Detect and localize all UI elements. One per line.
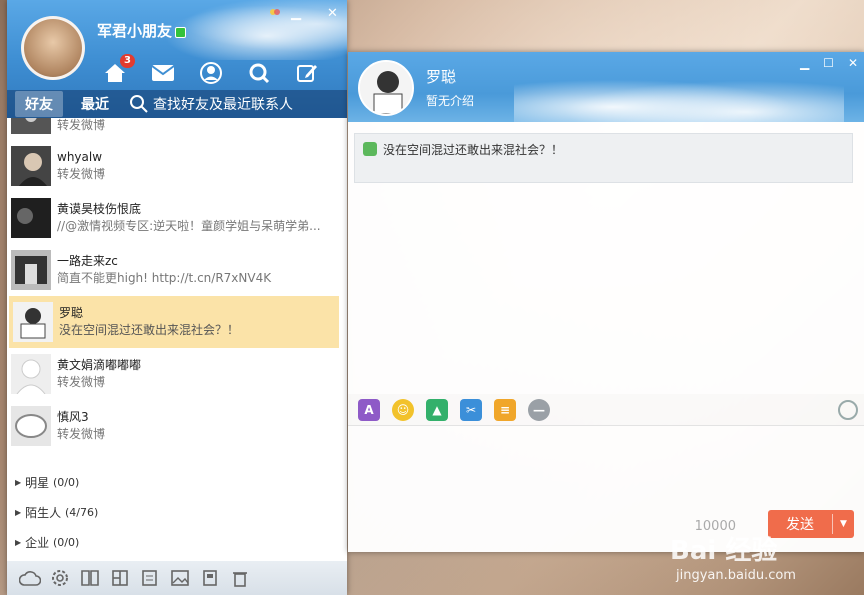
online-status-icon[interactable] [175,27,186,38]
message-area[interactable]: 没在空间混过还敢出来混社会？！ [348,122,864,394]
document-icon[interactable] [199,567,221,589]
contact-message: 简直不能更high! http://t.cn/R7xNV4K [57,271,272,285]
tab-friends[interactable]: 好友 [15,91,63,117]
cloud-icon[interactable] [19,567,41,589]
contact-name: 罗聪 [59,306,84,320]
qzone-search-icon[interactable] [245,60,273,86]
bottom-toolbar [7,561,347,595]
minimize-icon[interactable]: ▁ [291,6,301,21]
header-toolbar: 3 [101,54,321,86]
list-item[interactable]: 转发微博 [7,118,347,140]
contact-name: 一路走来zc [57,254,118,268]
chat-window-controls: ▁ ☐ ✕ [800,56,858,70]
font-icon[interactable]: A [358,398,380,421]
chat-window: ▁ ☐ ✕ 罗聪 暂无介绍 没在空间混过还敢出来混社会？！ A ☺ ▲ ✂ ≡ … [348,52,864,552]
trash-icon[interactable] [229,567,251,589]
contact-name: 慎风3 [57,410,89,424]
group-strangers[interactable]: ▶ 陌生人 (4/76) [15,498,98,528]
contact-avatar [11,146,51,186]
chat-contact-name[interactable]: 罗聪 [426,66,456,87]
baidu-watermark-url: jingyan.baidu.com [676,568,796,583]
contact-name: 黄谟昊枝伤恨底 [57,202,142,216]
scissors-icon[interactable]: ✂ [460,398,482,421]
group-enterprise[interactable]: ▶ 企业 (0/0) [15,528,98,558]
history-clock-icon[interactable] [838,400,858,420]
emoji-icon[interactable]: ☺ [392,398,414,421]
list-item[interactable]: 黄文娟滴嘟嘟嘟 转发微博 [7,348,347,400]
main-header: ▁ ✕ 军君小朋友 3 好友 最近 查找好友及最近联系人 [7,0,347,118]
expand-arrow-icon: ▶ [15,508,22,517]
layout-icon[interactable] [109,567,131,589]
chat-header: ▁ ☐ ✕ 罗聪 暂无介绍 [348,52,864,122]
maximize-icon[interactable]: ☐ [823,56,834,70]
search-icon [130,95,148,113]
list-item[interactable]: 一路走来zc 简直不能更high! http://t.cn/R7xNV4K [7,244,347,296]
skin-icon[interactable] [269,6,281,22]
profile-icon[interactable] [197,60,225,86]
contact-message: //@激情视频专区:逆天啦！童颜学姐与呆萌学弟... [57,219,321,233]
contact-message: 转发微博 [57,118,106,132]
search-box[interactable]: 查找好友及最近联系人 [129,94,293,114]
chat-contact-signature: 暂无介绍 [426,94,475,108]
note-icon[interactable] [139,567,161,589]
mail-icon[interactable] [149,60,177,86]
baidu-watermark-logo: Bai 经验 [670,536,778,566]
note-icon[interactable]: ≡ [494,398,516,421]
user-nickname[interactable]: 军君小朋友 [97,20,172,41]
chat-header-clouds [514,72,844,122]
user-avatar[interactable] [21,16,85,80]
rss-icon [363,142,377,156]
book-icon[interactable] [79,567,101,589]
contact-message: 没在空间混过还敢出来混社会？！ [59,323,240,337]
home-icon[interactable]: 3 [101,54,135,86]
image-icon[interactable]: ▲ [426,398,448,421]
contact-message: 转发微博 [57,167,106,181]
contact-avatar [11,354,51,394]
close-icon[interactable]: ✕ [848,56,858,70]
contact-message: 转发微博 [57,375,106,389]
home-badge: 3 [120,54,135,68]
expand-arrow-icon: ▶ [15,478,22,487]
group-list: ▶ 明星 (0/0) ▶ 陌生人 (4/76) ▶ 企业 (0/0) [15,468,98,558]
send-button[interactable]: 发送 ▼ [768,510,854,538]
send-label: 发送 [786,517,814,533]
send-options-chevron-icon[interactable]: ▼ [833,519,854,529]
minimize-icon[interactable]: ▁ [800,56,809,70]
expand-arrow-icon: ▶ [15,538,22,547]
gear-icon[interactable] [49,567,71,589]
edit-icon[interactable] [293,60,321,86]
contact-avatar [11,250,51,290]
contact-message: 转发微博 [57,427,106,441]
contact-name: whyalw [57,150,103,164]
list-item[interactable]: whyalw 转发微博 [7,140,347,192]
status-text: 没在空间混过还敢出来混社会？！ [383,143,564,157]
search-placeholder: 查找好友及最近联系人 [153,97,293,113]
close-icon[interactable]: ✕ [327,6,338,21]
list-item-selected[interactable]: 罗聪没在空间混过还敢出来混社会？！ [9,296,339,348]
qq-main-panel: ▁ ✕ 军君小朋友 3 好友 最近 查找好友及最近联系人 转发微博 whyalw… [7,0,347,595]
contact-avatar [13,302,53,342]
contact-avatar [11,118,51,134]
contact-name: 黄文娟滴嘟嘟嘟 [57,358,142,372]
tab-row: 好友 最近 查找好友及最近联系人 [7,90,347,118]
chat-toolbar: A ☺ ▲ ✂ ≡ — [348,394,864,426]
group-stars[interactable]: ▶ 明星 (0/0) [15,468,98,498]
tab-recent[interactable]: 最近 [71,91,119,117]
status-update-box: 没在空间混过还敢出来混社会？！ [354,133,853,183]
contact-avatar [11,406,51,446]
image-icon[interactable] [169,567,191,589]
more-icon[interactable]: — [528,398,550,421]
chat-contact-avatar[interactable] [358,60,414,116]
list-item[interactable]: 慎风3 转发微博 [7,400,347,452]
contact-list: 转发微博 whyalw 转发微博 黄谟昊枝伤恨底 //@激情视频专区:逆天啦！童颜学… [7,118,347,460]
message-input[interactable]: 10000 发送 ▼ [348,426,864,552]
contact-avatar [11,198,51,238]
list-item[interactable]: 黄谟昊枝伤恨底 //@激情视频专区:逆天啦！童颜学姐与呆萌学弟... [7,192,347,244]
